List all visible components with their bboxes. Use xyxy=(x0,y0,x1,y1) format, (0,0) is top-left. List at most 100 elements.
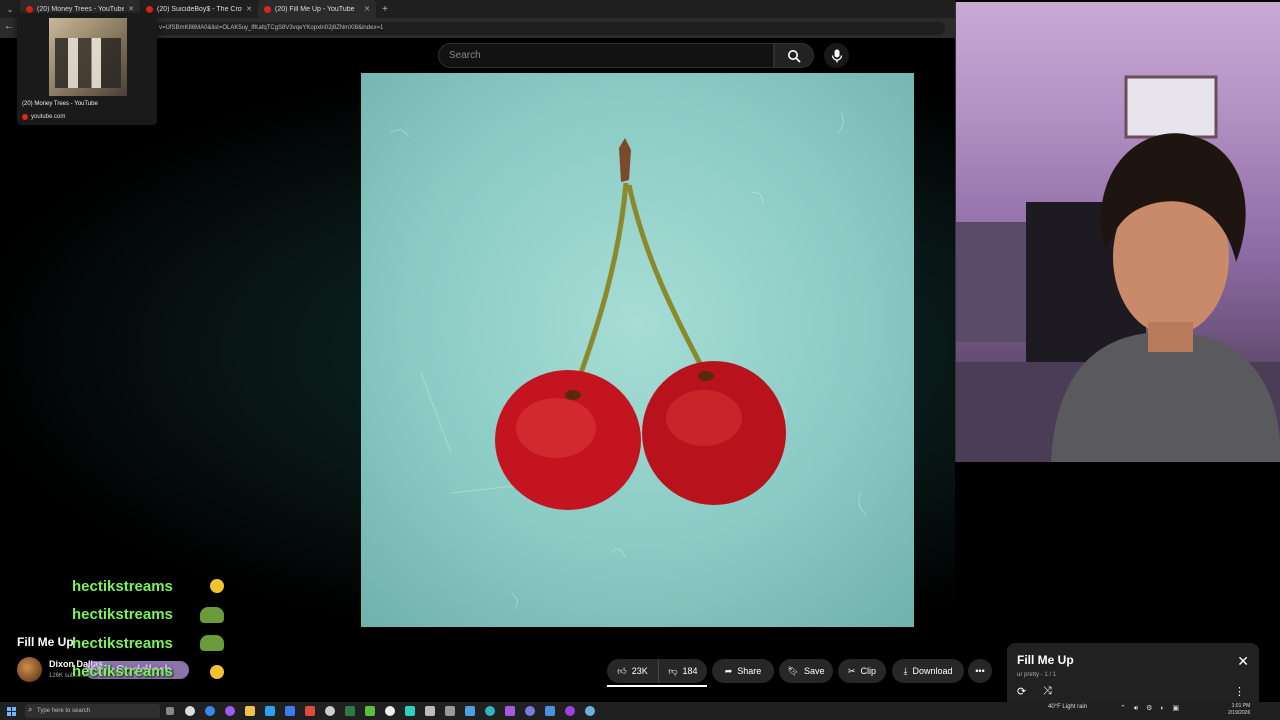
app-icon[interactable] xyxy=(360,702,380,720)
app-icon[interactable] xyxy=(300,702,320,720)
app-icon[interactable] xyxy=(480,702,500,720)
tab-fill-me-up[interactable]: (20) Fill Me Up - YouTube ✕ xyxy=(258,0,376,18)
clip-button[interactable]: ✂ Clip xyxy=(838,659,886,683)
youtube-favicon-icon xyxy=(146,5,153,13)
chat-username: hectikstreams xyxy=(72,663,173,681)
video-title: Fill Me Up xyxy=(17,635,74,649)
clip-label: Clip xyxy=(860,666,877,676)
share-icon: ➦ xyxy=(724,665,733,676)
streamer-webcam-image xyxy=(956,75,1280,462)
tab-suicideboys[interactable]: (20) SuicideBoy$ - The Crown on ✕ xyxy=(140,0,258,18)
shuffle-icon[interactable]: ⤨ xyxy=(1043,685,1052,698)
taskbar-clock[interactable]: 1:01 PM 2/19/2026 xyxy=(1228,703,1250,717)
smile-emote-icon xyxy=(210,579,224,594)
app-icon[interactable] xyxy=(260,702,280,720)
windows-start-icon[interactable] xyxy=(0,702,22,720)
scissors-icon: ✂ xyxy=(847,665,856,676)
tab-close-icon[interactable]: ✕ xyxy=(128,5,134,13)
stream-chat-overlay: hectikstreams hectikstreams hectikstream… xyxy=(72,572,232,686)
save-button[interactable]: 🔖︎ Save xyxy=(779,659,833,683)
preview-domain: youtube.com xyxy=(22,114,65,120)
chat-username: hectikstreams xyxy=(72,577,173,595)
app-icon[interactable] xyxy=(540,702,560,720)
loop-icon[interactable]: ⟳ xyxy=(1017,685,1026,698)
chat-message: hectikstreams xyxy=(72,658,224,687)
close-icon[interactable]: ✕ xyxy=(1237,653,1249,670)
like-ratio-bar xyxy=(607,685,707,687)
preview-title: (20) Money Trees - YouTube xyxy=(22,101,98,107)
like-button[interactable]: 👍︎ 23K xyxy=(607,659,659,683)
new-tab-icon[interactable]: + xyxy=(376,4,394,15)
album-artwork xyxy=(361,73,914,627)
tab-title: (20) Fill Me Up - YouTube xyxy=(275,5,355,13)
dislike-button[interactable]: 👎︎ 184 xyxy=(659,659,707,683)
back-arrow-icon[interactable]: ← xyxy=(4,21,14,32)
more-vertical-icon[interactable]: ⋮ xyxy=(1234,685,1245,698)
like-count: 23K xyxy=(631,666,648,676)
share-label: Share xyxy=(737,666,762,676)
app-icon[interactable] xyxy=(340,702,360,720)
search-input[interactable]: Search xyxy=(438,43,774,68)
app-icon[interactable] xyxy=(460,702,480,720)
clock-date: 2/19/2026 xyxy=(1228,710,1251,716)
system-tray-icons[interactable]: ⌃ 🔊︎ ⚙ ◐ ▣ xyxy=(1120,704,1182,713)
webcam-feed xyxy=(955,2,1280,462)
tab-close-icon[interactable]: ✕ xyxy=(246,5,252,13)
download-label: Download xyxy=(912,666,953,676)
voice-search-button[interactable] xyxy=(824,43,849,68)
like-dislike-group: 👍︎ 23K 👎︎ 184 xyxy=(607,659,707,683)
dislike-count: 184 xyxy=(682,666,698,676)
youtube-favicon-icon xyxy=(26,5,33,13)
share-button[interactable]: ➦ Share xyxy=(712,659,774,683)
download-button[interactable]: ⤓ Download xyxy=(892,659,964,683)
thumbs-down-icon: 👎︎ xyxy=(668,665,678,676)
app-icon[interactable] xyxy=(220,702,240,720)
task-view-icon[interactable] xyxy=(160,702,180,720)
thumbs-up-icon: 👍︎ xyxy=(617,665,627,676)
preview-domain-text: youtube.com xyxy=(31,114,66,120)
microphone-icon xyxy=(831,49,842,62)
chat-message: hectikstreams xyxy=(72,572,224,601)
search-icon xyxy=(788,49,801,63)
bookmark-icon: 🔖︎ xyxy=(787,665,799,676)
youtube-favicon-icon xyxy=(264,5,271,13)
app-icon[interactable] xyxy=(400,702,420,720)
app-icon[interactable] xyxy=(500,702,520,720)
chat-message: hectikstreams xyxy=(72,601,224,630)
app-icon[interactable] xyxy=(440,702,460,720)
steam-icon[interactable] xyxy=(580,702,600,720)
app-icon[interactable] xyxy=(380,702,400,720)
tab-close-icon[interactable]: ✕ xyxy=(364,5,370,13)
app-icon[interactable] xyxy=(180,702,200,720)
cherries-image xyxy=(390,112,868,610)
address-bar[interactable]: v=UfSBmK86MA0&list=OLAK5uy_lfKafqTCgS8V3… xyxy=(155,22,945,35)
app-icon[interactable] xyxy=(320,702,340,720)
app-icon[interactable] xyxy=(280,702,300,720)
taskbar-search-input[interactable]: Type here to search xyxy=(25,703,160,718)
chat-message: hectikstreams xyxy=(72,629,224,658)
tab-title: (20) Money Trees - YouTube xyxy=(37,5,125,13)
folder-icon[interactable] xyxy=(240,702,260,720)
download-icon: ⤓ xyxy=(903,665,908,676)
tab-title: (20) SuicideBoy$ - The Crown on xyxy=(157,5,242,13)
chat-username: hectikstreams xyxy=(72,606,173,624)
weather-widget[interactable]: 40°F Light rain xyxy=(1048,704,1087,710)
playlist-panel: Fill Me Up ur pretty - 1 / 1 ✕ ⟳ ⤨ ⋮ xyxy=(1007,643,1259,703)
more-actions-button[interactable]: ••• xyxy=(968,659,992,683)
screen: ⌄ (20) Money Trees - YouTube ✕ (20) Suic… xyxy=(0,0,1280,720)
preview-thumbnail xyxy=(49,18,127,96)
app-icon[interactable] xyxy=(560,702,580,720)
youtube-favicon-icon xyxy=(22,114,28,120)
search-button[interactable] xyxy=(774,43,814,68)
channel-avatar[interactable] xyxy=(17,657,42,682)
app-icon[interactable] xyxy=(420,702,440,720)
smile-emote-icon xyxy=(210,664,224,679)
playlist-title[interactable]: Fill Me Up xyxy=(1017,653,1074,667)
frog-emote-icon xyxy=(200,606,224,623)
chat-username: hectikstreams xyxy=(72,634,173,652)
chrome-icon[interactable] xyxy=(200,702,220,720)
frog-emote-icon xyxy=(200,635,224,652)
windows-taskbar: Type here to search xyxy=(0,702,1280,720)
app-icon[interactable] xyxy=(520,702,540,720)
save-label: Save xyxy=(803,666,825,676)
